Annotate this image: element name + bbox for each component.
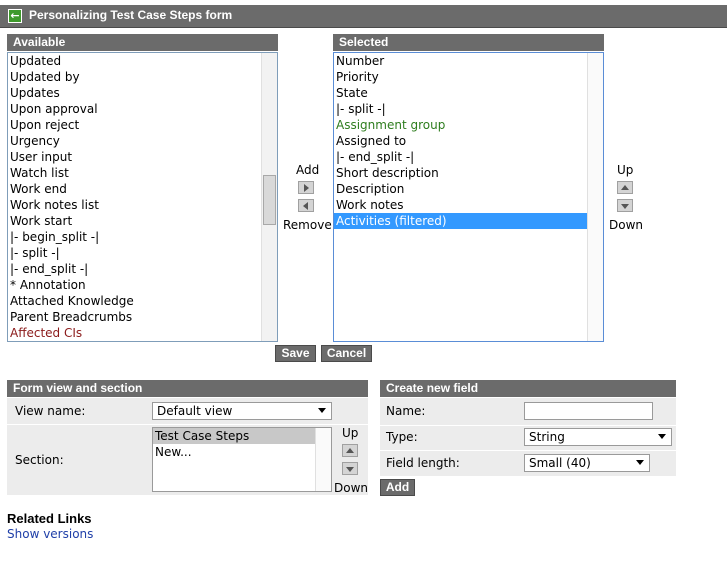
chevron-down-icon xyxy=(636,460,644,465)
divider xyxy=(7,424,368,425)
list-item[interactable]: Updates xyxy=(8,85,277,101)
section-down-button[interactable] xyxy=(342,462,358,475)
down-arrow-icon xyxy=(346,467,354,472)
name-input[interactable] xyxy=(524,402,653,420)
add-button[interactable] xyxy=(298,181,314,194)
list-item[interactable]: |- begin_split -| xyxy=(8,229,277,245)
divider xyxy=(380,450,676,451)
list-item[interactable]: Short description xyxy=(334,165,603,181)
down-label: Down xyxy=(609,218,644,232)
up-arrow-icon xyxy=(621,185,629,190)
list-item[interactable]: Upon approval xyxy=(8,101,277,117)
list-item[interactable]: Priority xyxy=(334,69,603,85)
divider xyxy=(380,425,676,426)
list-item[interactable]: User input xyxy=(8,149,277,165)
add-field-button[interactable]: Add xyxy=(380,479,415,496)
available-listbox[interactable]: Updated Updated by Updates Upon approval… xyxy=(7,52,278,342)
selected-listbox[interactable]: Number Priority State |- split -| Assign… xyxy=(333,52,604,342)
up-label: Up xyxy=(617,163,634,177)
list-item[interactable]: Parent Breadcrumbs xyxy=(8,309,277,325)
list-item[interactable]: Assignment group xyxy=(334,117,603,133)
page-title: Personalizing Test Case Steps form xyxy=(29,8,233,22)
section-up-label: Up xyxy=(342,426,359,440)
remove-label: Remove xyxy=(283,218,332,232)
list-item[interactable]: Assigned to xyxy=(334,133,603,149)
list-item[interactable]: Updated xyxy=(8,53,277,69)
add-label: Add xyxy=(296,163,320,177)
save-button[interactable]: Save xyxy=(275,345,316,362)
form-view-header: Form view and section xyxy=(7,380,368,397)
chevron-down-icon xyxy=(318,408,326,413)
new-field-header: Create new field xyxy=(380,380,676,397)
section-listbox[interactable]: Test Case Steps New... xyxy=(152,427,332,492)
available-scrollbar[interactable] xyxy=(261,53,277,341)
view-name-value: Default view xyxy=(157,404,233,418)
list-item[interactable]: Affected CIs xyxy=(8,325,277,341)
list-item[interactable]: Urgency xyxy=(8,133,277,149)
remove-button[interactable] xyxy=(298,199,314,212)
list-item[interactable]: Attached Knowledge xyxy=(8,293,277,309)
type-label: Type: xyxy=(386,430,418,444)
list-item[interactable]: Number xyxy=(334,53,603,69)
list-item[interactable]: |- split -| xyxy=(8,245,277,261)
available-header: Available xyxy=(7,34,278,51)
list-item[interactable]: * Annotation xyxy=(8,277,277,293)
section-up-button[interactable] xyxy=(342,444,358,457)
list-item[interactable]: |- end_split -| xyxy=(334,149,603,165)
up-arrow-icon xyxy=(346,448,354,453)
scrollbar-thumb[interactable] xyxy=(263,175,276,225)
name-label: Name: xyxy=(386,404,426,418)
move-down-button[interactable] xyxy=(617,199,633,212)
list-item[interactable]: State xyxy=(334,85,603,101)
list-item-selected[interactable]: Activities (filtered) xyxy=(334,213,587,229)
field-length-value: Small (40) xyxy=(529,456,591,470)
back-arrow-icon[interactable]: ← xyxy=(8,9,22,23)
list-item[interactable]: Description xyxy=(334,181,603,197)
list-item[interactable]: Work start xyxy=(8,213,277,229)
section-label: Section: xyxy=(15,453,64,467)
view-name-label: View name: xyxy=(15,404,86,418)
list-item[interactable]: Work notes list xyxy=(8,197,277,213)
type-select[interactable]: String xyxy=(524,428,672,446)
cancel-button[interactable]: Cancel xyxy=(321,345,372,362)
list-item[interactable]: Work notes xyxy=(334,197,603,213)
section-down-label: Down xyxy=(334,481,369,495)
selected-scrollbar[interactable] xyxy=(587,53,603,341)
list-item[interactable]: Upon reject xyxy=(8,117,277,133)
list-item[interactable]: Work end xyxy=(8,181,277,197)
move-up-button[interactable] xyxy=(617,181,633,194)
right-arrow-icon xyxy=(304,184,309,192)
selected-header: Selected xyxy=(333,34,604,51)
related-links-heading: Related Links xyxy=(7,511,92,526)
field-length-label: Field length: xyxy=(386,456,460,470)
view-name-select[interactable]: Default view xyxy=(152,402,332,420)
field-length-select[interactable]: Small (40) xyxy=(524,454,650,472)
down-arrow-icon xyxy=(621,204,629,209)
section-scrollbar[interactable] xyxy=(315,428,331,491)
list-item-selected[interactable]: Test Case Steps xyxy=(153,428,315,444)
list-item[interactable]: Updated by xyxy=(8,69,277,85)
left-arrow-icon xyxy=(303,202,308,210)
chevron-down-icon xyxy=(658,434,666,439)
list-item[interactable]: |- end_split -| xyxy=(8,261,277,277)
show-versions-link[interactable]: Show versions xyxy=(7,527,93,541)
list-item[interactable]: |- split -| xyxy=(334,101,603,117)
title-bar: ← Personalizing Test Case Steps form xyxy=(0,5,727,28)
list-item[interactable]: Watch list xyxy=(8,165,277,181)
list-item[interactable]: New... xyxy=(153,444,331,460)
type-value: String xyxy=(529,430,565,444)
